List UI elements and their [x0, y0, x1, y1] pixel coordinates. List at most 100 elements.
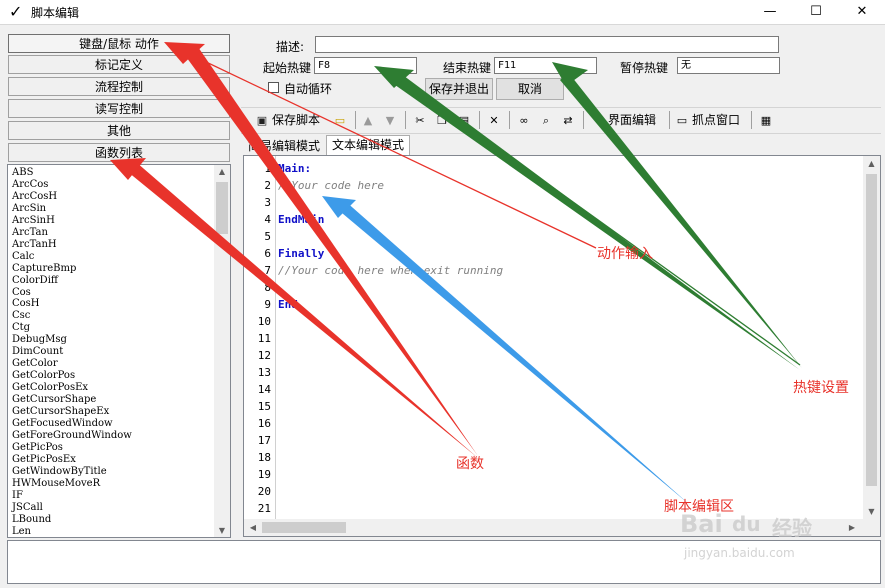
function-list-item[interactable]: GetColorPosEx	[12, 382, 132, 394]
category-other-button[interactable]: 其他	[8, 121, 230, 140]
scroll-left-arrow-icon[interactable]: ◀	[248, 523, 258, 532]
function-list-item[interactable]: HWMouseMoveR	[12, 478, 132, 490]
find-next-button[interactable]: ⌕	[539, 111, 556, 129]
scroll-thumb[interactable]	[866, 174, 877, 486]
function-list-item[interactable]: GetPicPos	[12, 442, 132, 454]
function-list-item[interactable]: LBound	[12, 514, 132, 526]
toolbar-separator	[509, 111, 510, 129]
scroll-thumb[interactable]	[262, 522, 346, 533]
line-number: 9	[264, 298, 271, 311]
function-list-item[interactable]: ArcCos	[12, 179, 132, 191]
watermark-brand: Bai	[680, 510, 723, 538]
function-list-item[interactable]: DimCount	[12, 346, 132, 358]
scroll-up-arrow-icon[interactable]: ▲	[863, 159, 880, 168]
line-number: 17	[257, 434, 271, 447]
scroll-down-arrow-icon[interactable]: ▼	[863, 507, 880, 516]
auto-loop-label: 自动循环	[284, 82, 333, 96]
category-function-list-button[interactable]: 函数列表	[8, 143, 230, 162]
code-line: End	[278, 298, 298, 311]
capture-window-button[interactable]: ▭ 抓点窗口	[675, 111, 740, 129]
function-list-item[interactable]: GetColorPos	[12, 370, 132, 382]
category-flow-control-button[interactable]: 流程控制	[8, 77, 230, 96]
function-list-item[interactable]: GetColor	[12, 358, 132, 370]
line-number: 3	[264, 196, 271, 209]
move-up-button[interactable]: ▲	[361, 111, 378, 129]
function-list-item[interactable]: Ctg	[12, 322, 132, 334]
function-list-item[interactable]: Len	[12, 526, 132, 537]
folder-icon: ▭	[334, 113, 346, 127]
copy-button[interactable]: ❐	[435, 111, 452, 129]
cancel-button[interactable]: 取消	[496, 78, 564, 100]
line-number: 15	[257, 400, 271, 413]
open-folder-button[interactable]: ▭	[333, 111, 350, 129]
function-list-item[interactable]: ArcCosH	[12, 191, 132, 203]
app-check-icon: ✓	[9, 2, 23, 21]
delete-button[interactable]: ✕	[487, 111, 504, 129]
code-line: //Your code here	[278, 179, 384, 192]
scroll-up-arrow-icon[interactable]: ▲	[214, 167, 230, 176]
function-list-item[interactable]: CaptureBmp	[12, 263, 132, 275]
function-list-item[interactable]: ArcSinH	[12, 215, 132, 227]
end-hotkey-input[interactable]: F11	[494, 57, 597, 74]
function-list-item[interactable]: GetFocusedWindow	[12, 418, 132, 430]
function-list-scrollbar[interactable]: ▲ ▼	[214, 165, 230, 537]
cut-button[interactable]: ✂	[413, 111, 430, 129]
function-list[interactable]: ABS ArcCos ArcCosH ArcSin ArcSinH ArcTan ArcTa…	[7, 164, 231, 538]
line-number: 4	[264, 213, 271, 226]
description-label: 描述:	[276, 40, 305, 54]
function-list-item[interactable]: ArcSin	[12, 203, 132, 215]
find-button[interactable]: ∞	[517, 111, 534, 129]
description-input[interactable]	[315, 36, 779, 53]
function-list-item[interactable]: GetCursorShape	[12, 394, 132, 406]
function-list-item[interactable]: CosH	[12, 298, 132, 310]
toolbar-separator	[751, 111, 752, 129]
category-read-write-button[interactable]: 读写控制	[8, 99, 230, 118]
paste-clipboard-icon: ▤	[458, 113, 470, 127]
ui-edit-button[interactable]: ✎ 界面编辑	[591, 111, 656, 129]
line-number: 14	[257, 383, 271, 396]
function-list-item[interactable]: ABS	[12, 167, 132, 179]
function-list-item[interactable]: GetCursorShapeEx	[12, 406, 132, 418]
editor-vertical-scrollbar[interactable]: ▲ ▼	[863, 156, 880, 519]
move-down-button[interactable]: ▼	[383, 111, 400, 129]
function-list-item[interactable]: Cos	[12, 287, 132, 299]
category-label-definition-button[interactable]: 标记定义	[8, 55, 230, 74]
function-list-item[interactable]: GetPicPosEx	[12, 454, 132, 466]
pause-hotkey-input[interactable]: 无	[677, 57, 780, 74]
minimize-button[interactable]: —	[747, 0, 793, 24]
start-hotkey-input[interactable]: F8	[314, 57, 417, 74]
function-list-item[interactable]: JSCall	[12, 502, 132, 514]
ui-edit-label: 界面编辑	[608, 113, 657, 127]
function-list-item[interactable]: GetWindowByTitle	[12, 466, 132, 478]
function-list-item[interactable]: ArcTanH	[12, 239, 132, 251]
function-list-item[interactable]: DebugMsg	[12, 334, 132, 346]
maximize-button[interactable]: ☐	[793, 0, 839, 24]
function-list-item[interactable]: Calc	[12, 251, 132, 263]
scroll-thumb[interactable]	[216, 182, 228, 234]
auto-loop-checkbox[interactable]	[268, 82, 279, 93]
help-button[interactable]: ▦	[759, 111, 776, 129]
category-keyboard-mouse-button[interactable]: 键盘/鼠标 动作	[8, 34, 230, 53]
function-list-item[interactable]: Csc	[12, 310, 132, 322]
save-script-button[interactable]: ▣ 保存脚本	[255, 111, 320, 129]
function-list-item[interactable]: GetForeGroundWindow	[12, 430, 132, 442]
save-disk-icon: ▣	[256, 113, 268, 127]
code-line: Main:	[278, 162, 312, 175]
scroll-down-arrow-icon[interactable]: ▼	[214, 526, 230, 535]
script-editor[interactable]: 1 2 3 4 5 6 7 8 9 10 11 12 13 14 15 16 17 18 19 20 21 Main: /…	[243, 155, 881, 537]
watermark-url: jingyan.baidu.com	[684, 546, 795, 560]
close-button[interactable]: ✕	[839, 0, 885, 24]
pause-hotkey-label: 暂停热键	[620, 61, 669, 75]
function-list-item[interactable]: IF	[12, 490, 132, 502]
line-number: 5	[264, 230, 271, 243]
paste-button[interactable]: ▤	[457, 111, 474, 129]
arrow-up-icon: ▲	[363, 113, 373, 127]
tab-simple-edit[interactable]: 简易编辑模式	[244, 137, 324, 155]
tab-text-edit[interactable]: 文本编辑模式	[326, 135, 410, 155]
replace-button[interactable]: ⇄	[561, 111, 578, 129]
annotation-hotkey-settings: 热键设置	[793, 380, 849, 396]
save-script-label: 保存脚本	[272, 113, 321, 127]
function-list-item[interactable]: ColorDiff	[12, 275, 132, 287]
save-exit-button[interactable]: 保存并退出	[425, 78, 493, 100]
function-list-item[interactable]: ArcTan	[12, 227, 132, 239]
